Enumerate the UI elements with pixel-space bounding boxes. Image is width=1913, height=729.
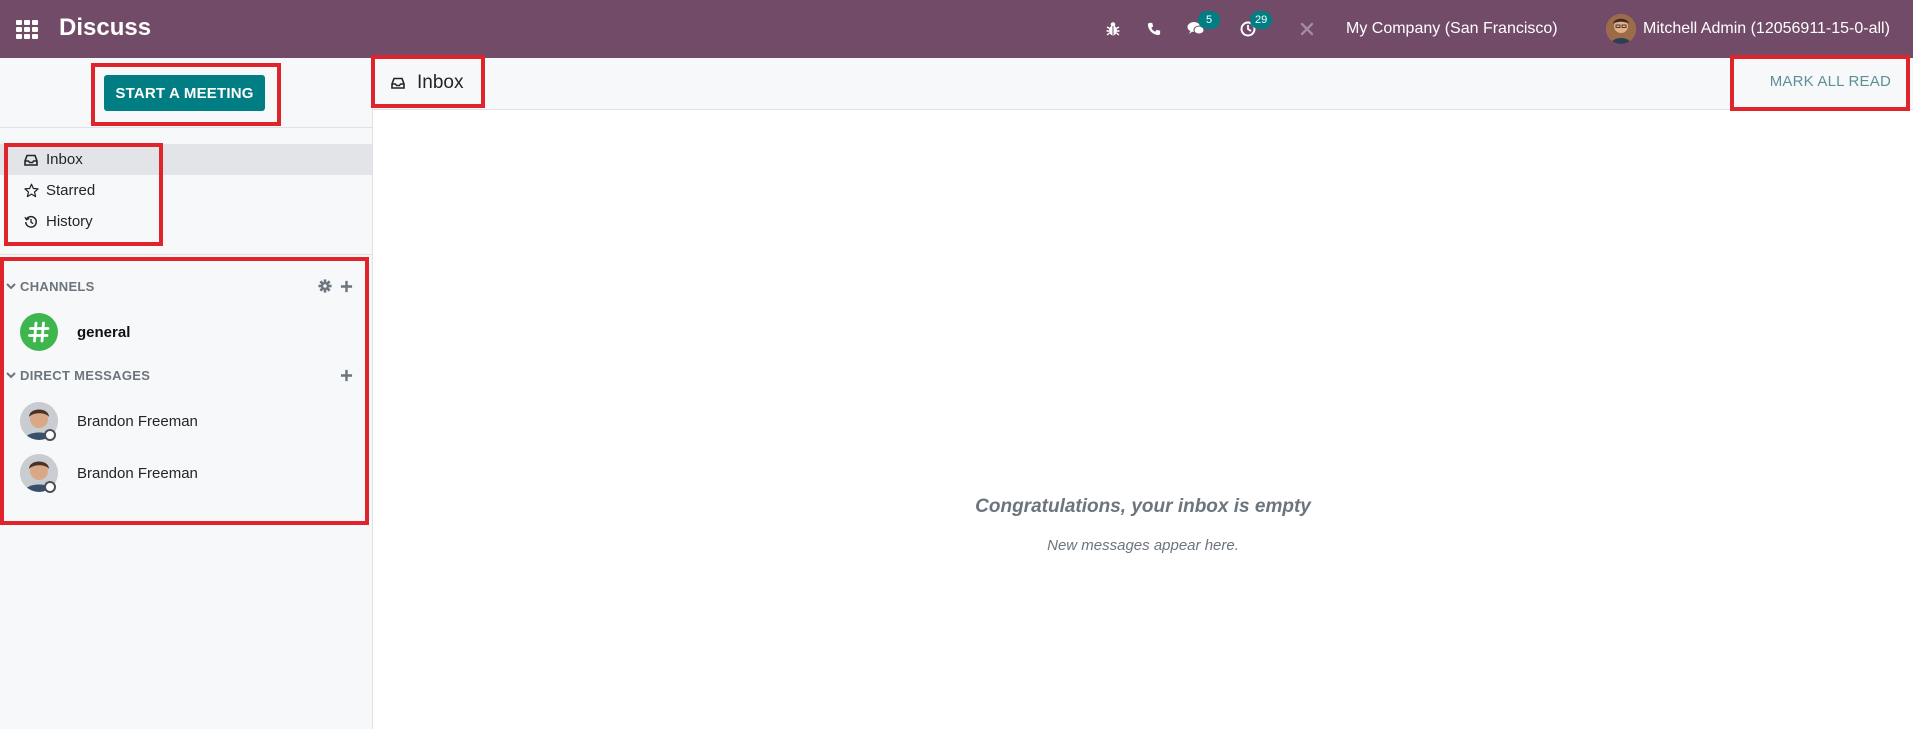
dm-name: Brandon Freeman (77, 412, 198, 430)
chat-icon[interactable]: 5 (1184, 11, 1220, 41)
close-icon[interactable] (1295, 17, 1319, 41)
control-panel: Inbox MARK ALL READ (373, 58, 1913, 110)
start-meeting-button[interactable]: START A MEETING (104, 75, 265, 111)
chevron-down-icon[interactable] (4, 368, 18, 382)
mailbox-label: History (46, 213, 93, 230)
apps-grid-icon[interactable] (16, 20, 38, 39)
mailbox-starred[interactable]: Starred (0, 175, 372, 206)
channels-header-label: CHANNELS (20, 278, 95, 294)
company-switcher[interactable]: My Company (San Francisco) (1346, 20, 1558, 38)
top-navbar: Discuss 5 29 My Company (San Francisco) … (0, 0, 1913, 58)
mailbox-inbox[interactable]: Inbox (0, 144, 372, 175)
inbox-icon (389, 74, 407, 92)
add-channel-icon[interactable] (338, 278, 354, 294)
clock-icon[interactable]: 29 (1236, 11, 1273, 41)
app-title[interactable]: Discuss (59, 14, 151, 42)
chevron-down-icon[interactable] (4, 279, 18, 293)
phone-icon[interactable] (1142, 17, 1166, 41)
direct-message-item[interactable]: Brandon Freeman (0, 450, 372, 496)
bug-icon[interactable] (1101, 17, 1125, 41)
sidebar-divider (0, 254, 372, 255)
user-avatar[interactable] (1606, 14, 1636, 44)
star-icon (22, 182, 40, 200)
gear-icon[interactable] (317, 278, 333, 294)
mailbox-label: Starred (46, 182, 96, 199)
activities-badge: 29 (1250, 11, 1273, 29)
hashtag-icon (20, 313, 58, 351)
page-title-label: Inbox (417, 72, 464, 93)
channel-name: general (77, 323, 131, 341)
direct-message-item[interactable]: Brandon Freeman (0, 398, 372, 444)
dm-name: Brandon Freeman (77, 464, 198, 482)
direct-messages-header[interactable]: DIRECT MESSAGES (0, 365, 372, 385)
mailbox-label: Inbox (46, 151, 83, 168)
status-indicator (44, 481, 56, 493)
channel-item-general[interactable]: general (0, 309, 372, 355)
messages-badge: 5 (1198, 11, 1220, 29)
history-icon (22, 213, 40, 231)
discuss-sidebar: START A MEETING Inbox Starred History CH… (0, 58, 373, 729)
dm-header-label: DIRECT MESSAGES (20, 367, 151, 383)
empty-inbox-title: Congratulations, your inbox is empty (975, 496, 1311, 517)
empty-inbox-subtitle: New messages appear here. (1047, 537, 1239, 554)
page-title: Inbox (389, 72, 463, 94)
user-menu[interactable]: Mitchell Admin (12056911-15-0-all) (1643, 20, 1890, 38)
mailbox-history[interactable]: History (0, 206, 372, 237)
add-direct-message-icon[interactable] (338, 367, 354, 383)
mark-all-read-button[interactable]: MARK ALL READ (1770, 73, 1891, 90)
message-thread: Congratulations, your inbox is empty New… (373, 110, 1913, 729)
inbox-icon (22, 151, 40, 169)
meeting-area: START A MEETING (0, 58, 372, 128)
status-indicator (44, 429, 56, 441)
channels-header[interactable]: CHANNELS (0, 276, 372, 296)
